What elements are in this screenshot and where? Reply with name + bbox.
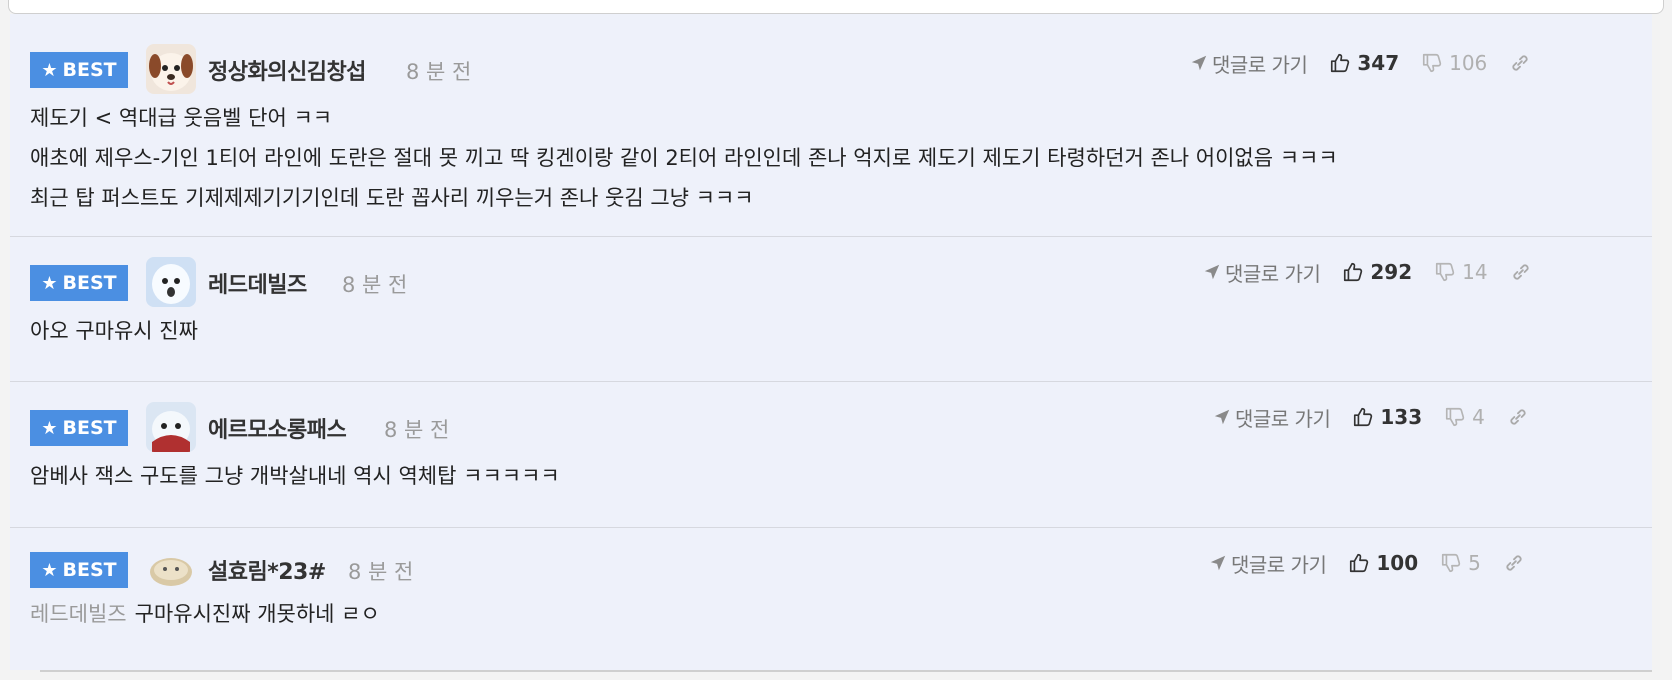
best-label: BEST xyxy=(62,272,117,294)
best-badge: ★ BEST xyxy=(30,265,128,301)
downvote-button[interactable]: 5 xyxy=(1440,551,1481,575)
star-icon: ★ xyxy=(41,417,58,439)
author-nickname[interactable]: 에르모소롱패스 xyxy=(208,412,347,444)
author-nickname[interactable]: 레드데빌즈 xyxy=(208,267,307,299)
upvote-count: 100 xyxy=(1376,551,1419,575)
link-icon xyxy=(1512,55,1528,71)
send-arrow-icon xyxy=(1204,264,1220,280)
star-icon: ★ xyxy=(41,559,58,581)
link-icon xyxy=(1510,409,1526,425)
downvote-count: 4 xyxy=(1472,405,1485,429)
goto-label: 댓글로 가기 xyxy=(1235,406,1331,431)
downvote-count: 5 xyxy=(1468,551,1481,575)
comment-time: 8 분 전 xyxy=(348,560,414,584)
thumbs-up-icon xyxy=(1350,553,1369,573)
best-label: BEST xyxy=(62,559,117,581)
avatar[interactable] xyxy=(146,44,196,94)
divider xyxy=(40,670,1652,672)
avatar[interactable] xyxy=(146,257,196,307)
goto-label: 댓글로 가기 xyxy=(1231,552,1327,577)
comment-item: ★ BEST 설효림*23# 8 분 전 댓글로 가기 100 5 레드데빌즈 … xyxy=(10,528,1652,669)
link-button[interactable] xyxy=(1507,406,1529,428)
comment-time: 8 분 전 xyxy=(406,60,472,84)
comment-actions: 댓글로 가기 133 4 xyxy=(1213,402,1529,432)
thumbs-down-icon xyxy=(1423,53,1442,73)
thumbs-down-icon xyxy=(1446,407,1465,427)
send-arrow-icon xyxy=(1210,555,1226,571)
upvote-button[interactable]: 100 xyxy=(1348,551,1418,575)
reply-to-nickname[interactable]: 레드데빌즈 xyxy=(30,602,127,626)
comment-actions: 댓글로 가기 347 106 xyxy=(1190,48,1531,78)
best-comment-list: ★ BEST 정상화의신김창섭 8 분 전 댓글로 가기 347 106 제도기… xyxy=(10,14,1652,670)
author-nickname[interactable]: 정상화의신김창섭 xyxy=(208,54,366,86)
upvote-count: 292 xyxy=(1370,260,1413,284)
upvote-button[interactable]: 133 xyxy=(1352,405,1422,429)
downvote-count: 106 xyxy=(1449,51,1488,75)
goto-label: 댓글로 가기 xyxy=(1225,261,1321,286)
comment-actions: 댓글로 가기 292 14 xyxy=(1203,257,1532,287)
avatar[interactable] xyxy=(146,402,196,452)
top-frame xyxy=(8,0,1664,14)
star-icon: ★ xyxy=(41,59,58,81)
comment-text-line: 아오 구마유시 진짜 xyxy=(30,319,198,343)
goto-comment-link[interactable]: 댓글로 가기 xyxy=(1209,549,1327,578)
star-icon: ★ xyxy=(41,272,58,294)
best-badge: ★ BEST xyxy=(30,552,128,588)
upvote-count: 133 xyxy=(1380,405,1423,429)
send-arrow-icon xyxy=(1214,409,1230,425)
goto-comment-link[interactable]: 댓글로 가기 xyxy=(1190,49,1308,78)
author-nickname[interactable]: 설효림*23# xyxy=(208,554,326,586)
comment-text: 구마유시진짜 개못하네 ㄹㅇ xyxy=(134,602,380,626)
comment-body: 암베사 잭스 구도를 그냥 개박살내네 역시 역체탑 ㅋㅋㅋㅋㅋ xyxy=(30,456,560,496)
link-button[interactable] xyxy=(1510,261,1532,283)
downvote-button[interactable]: 4 xyxy=(1444,405,1485,429)
comment-body: 아오 구마유시 진짜 xyxy=(30,311,198,351)
comment-body: 레드데빌즈 구마유시진짜 개못하네 ㄹㅇ xyxy=(30,594,380,634)
comment-text-line: 애초에 제우스-기인 1티어 라인에 도란은 절대 못 끼고 딱 킹겐이랑 같이… xyxy=(30,146,1338,170)
comment-item: ★ BEST 에르모소롱패스 8 분 전 댓글로 가기 133 4 암베사 잭스… xyxy=(10,382,1652,528)
best-label: BEST xyxy=(62,417,117,439)
thumbs-down-icon xyxy=(1442,553,1461,573)
comment-actions: 댓글로 가기 100 5 xyxy=(1209,548,1525,578)
link-button[interactable] xyxy=(1509,52,1531,74)
best-label: BEST xyxy=(62,59,117,81)
link-icon xyxy=(1506,555,1522,571)
thumbs-up-icon xyxy=(1331,53,1350,73)
comment-text-line: 최근 탑 퍼스트도 기제제제기기기인데 도란 꼽사리 끼우는거 존나 웃김 그냥… xyxy=(30,186,754,210)
downvote-count: 14 xyxy=(1462,260,1488,284)
comment-text-line: 제도기 < 역대급 웃음벨 단어 ㅋㅋ xyxy=(30,106,333,130)
comment-item: ★ BEST 정상화의신김창섭 8 분 전 댓글로 가기 347 106 제도기… xyxy=(10,14,1652,237)
thumbs-down-icon xyxy=(1436,262,1455,282)
downvote-button[interactable]: 14 xyxy=(1434,260,1488,284)
upvote-button[interactable]: 347 xyxy=(1329,51,1399,75)
best-badge: ★ BEST xyxy=(30,410,128,446)
comment-time: 8 분 전 xyxy=(342,273,408,297)
link-icon xyxy=(1512,264,1529,280)
best-badge: ★ BEST xyxy=(30,52,128,88)
comment-time: 8 분 전 xyxy=(384,418,450,442)
goto-label: 댓글로 가기 xyxy=(1212,52,1308,77)
comment-text-line: 암베사 잭스 구도를 그냥 개박살내네 역시 역체탑 ㅋㅋㅋㅋㅋ xyxy=(30,464,560,488)
comment-body: 제도기 < 역대급 웃음벨 단어 ㅋㅋ 애초에 제우스-기인 1티어 라인에 도… xyxy=(30,98,1338,218)
comment-item: ★ BEST 레드데빌즈 8 분 전 댓글로 가기 292 14 아오 구마유시… xyxy=(10,237,1652,382)
goto-comment-link[interactable]: 댓글로 가기 xyxy=(1203,258,1321,287)
upvote-button[interactable]: 292 xyxy=(1342,260,1412,284)
avatar[interactable] xyxy=(146,544,196,594)
downvote-button[interactable]: 106 xyxy=(1421,51,1487,75)
thumbs-up-icon xyxy=(1344,262,1363,282)
goto-comment-link[interactable]: 댓글로 가기 xyxy=(1213,403,1331,432)
comment-text-line: 레드데빌즈 구마유시진짜 개못하네 ㄹㅇ xyxy=(30,594,380,634)
link-button[interactable] xyxy=(1503,552,1525,574)
upvote-count: 347 xyxy=(1357,51,1400,75)
send-arrow-icon xyxy=(1191,55,1207,71)
thumbs-up-icon xyxy=(1354,407,1373,427)
